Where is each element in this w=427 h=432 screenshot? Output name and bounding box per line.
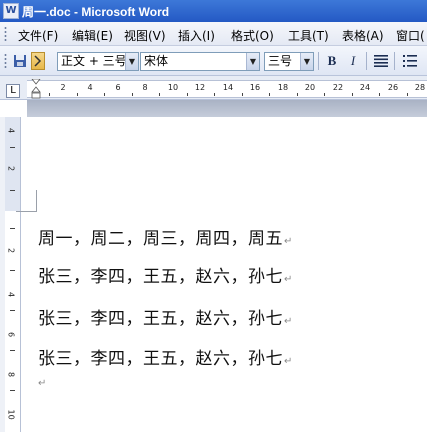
menu-format[interactable]: 格式(O) xyxy=(231,27,274,44)
paragraph-mark-icon: ↵ xyxy=(284,236,293,247)
vruler-number: 10 xyxy=(6,409,16,420)
ruler-number: 4 xyxy=(87,83,93,92)
title-bar[interactable]: W 周一.doc - Microsoft Word xyxy=(0,0,427,22)
vruler-tick xyxy=(10,390,15,391)
menu-insert[interactable]: 插入(I) xyxy=(178,27,215,44)
ruler-tick xyxy=(379,93,380,96)
ruler-number: 16 xyxy=(249,83,261,92)
menu-view[interactable]: 视图(V) xyxy=(124,27,166,44)
toolbar-separator xyxy=(394,52,395,70)
ruler-tick xyxy=(214,93,215,96)
ruler-number: 6 xyxy=(115,83,121,92)
toolbar-separator xyxy=(366,52,367,70)
chevron-down-icon[interactable]: ▼ xyxy=(300,53,313,70)
ruler-tick xyxy=(352,93,353,96)
document-line[interactable]: 张三，李四，王五，赵六，孙七↵ xyxy=(38,262,293,287)
vruler-number: 6 xyxy=(6,331,16,338)
vruler-number: 2 xyxy=(6,165,16,172)
vruler-tick xyxy=(10,190,15,191)
vruler-tick xyxy=(10,147,15,148)
document-line[interactable]: 张三，李四，王五，赵六，孙七↵ xyxy=(38,304,293,329)
italic-button[interactable]: I xyxy=(344,52,362,70)
ruler-tick xyxy=(104,93,105,96)
ruler-number: 22 xyxy=(332,83,344,92)
font-select-value: 宋体 xyxy=(144,54,169,68)
menu-tools[interactable]: 工具(T) xyxy=(288,27,329,44)
menubar-grip-icon[interactable] xyxy=(4,26,7,42)
ruler-number: 2 xyxy=(60,83,66,92)
font-size-value: 三号 xyxy=(268,54,293,68)
ruler-number: 26 xyxy=(387,83,399,92)
font-select[interactable]: 宋体 ▼ xyxy=(140,52,260,71)
ruler-tick xyxy=(269,93,270,96)
save-icon[interactable] xyxy=(11,52,29,70)
toolbar-grip-icon[interactable] xyxy=(4,53,7,69)
ruler-number: 18 xyxy=(277,83,289,92)
vruler-number: 4 xyxy=(6,291,16,298)
paragraph-mark-icon: ↵ xyxy=(284,316,293,327)
ruler-number: 14 xyxy=(222,83,234,92)
styles-pane-icon[interactable] xyxy=(31,52,45,70)
line-text: 张三，李四，王五，赵六，孙七 xyxy=(38,309,283,329)
ruler-tick xyxy=(297,93,298,96)
ruler-tick xyxy=(77,93,78,96)
document-line[interactable]: 张三，李四，王五，赵六，孙七↵ xyxy=(38,344,293,369)
ruler-tick xyxy=(187,93,188,96)
formatting-toolbar: 正文 + 三号 ▼ 宋体 ▼ 三号 ▼ B I xyxy=(0,46,427,76)
tab-selector[interactable]: L xyxy=(6,84,20,98)
vruler-number: 2 xyxy=(6,247,16,254)
ruler-number: 24 xyxy=(359,83,371,92)
text-boundary-mark xyxy=(16,211,37,212)
ruler-number: 20 xyxy=(304,83,316,92)
ruler-number: 8 xyxy=(142,83,148,92)
ruler-number: 12 xyxy=(194,83,206,92)
ruler-tick xyxy=(242,93,243,96)
vruler-tick xyxy=(10,228,15,229)
vruler-tick xyxy=(10,270,15,271)
chevron-down-icon[interactable]: ▼ xyxy=(246,53,259,70)
vruler-tick xyxy=(10,310,15,311)
ruler-tick xyxy=(132,93,133,96)
ruler-tick xyxy=(49,93,50,96)
chevron-down-icon[interactable]: ▼ xyxy=(125,53,138,70)
ruler-number: 28 xyxy=(414,83,426,92)
paragraph-mark-icon: ↵ xyxy=(284,356,293,367)
toolbar-separator xyxy=(318,52,319,70)
ruler-tick xyxy=(324,93,325,96)
vruler-number: 4 xyxy=(6,127,16,134)
ruler-tick xyxy=(407,93,408,96)
menu-table[interactable]: 表格(A) xyxy=(342,27,384,44)
vruler-number: 8 xyxy=(6,371,16,378)
menu-edit[interactable]: 编辑(E) xyxy=(72,27,113,44)
line-text: 张三，李四，王五，赵六，孙七 xyxy=(38,349,283,369)
empty-paragraph-mark[interactable]: ↵ xyxy=(38,378,46,389)
line-text: 张三，李四，王五，赵六，孙七 xyxy=(38,267,283,287)
style-select-value: 正文 + 三号 xyxy=(61,54,127,68)
bold-button[interactable]: B xyxy=(323,52,341,70)
indent-marker-icon[interactable] xyxy=(31,79,41,99)
ruler-number: 10 xyxy=(167,83,179,92)
numbered-list-icon[interactable] xyxy=(401,52,419,70)
word-doc-icon[interactable]: W xyxy=(3,3,19,19)
menu-bar: 文件(F) 编辑(E) 视图(V) 插入(I) 格式(O) 工具(T) 表格(A… xyxy=(0,22,427,46)
vruler-tick xyxy=(10,350,15,351)
document-line[interactable]: 周一，周二，周三，周四，周五↵ xyxy=(38,224,293,249)
menu-file[interactable]: 文件(F) xyxy=(18,27,58,44)
menu-window[interactable]: 窗口( xyxy=(396,27,425,44)
page-top-margin xyxy=(27,100,427,117)
style-select[interactable]: 正文 + 三号 ▼ xyxy=(57,52,139,71)
text-boundary-mark xyxy=(36,190,37,212)
line-text: 周一，周二，周三，周四，周五 xyxy=(38,229,283,249)
horizontal-ruler[interactable]: 2 4 6 8 10 12 14 16 18 20 22 24 26 28 xyxy=(27,80,427,98)
window-title: 周一.doc - Microsoft Word xyxy=(22,5,170,19)
align-justify-icon[interactable] xyxy=(372,52,390,70)
font-size-select[interactable]: 三号 ▼ xyxy=(264,52,314,71)
ruler-tick xyxy=(159,93,160,96)
paragraph-mark-icon: ↵ xyxy=(284,274,293,285)
